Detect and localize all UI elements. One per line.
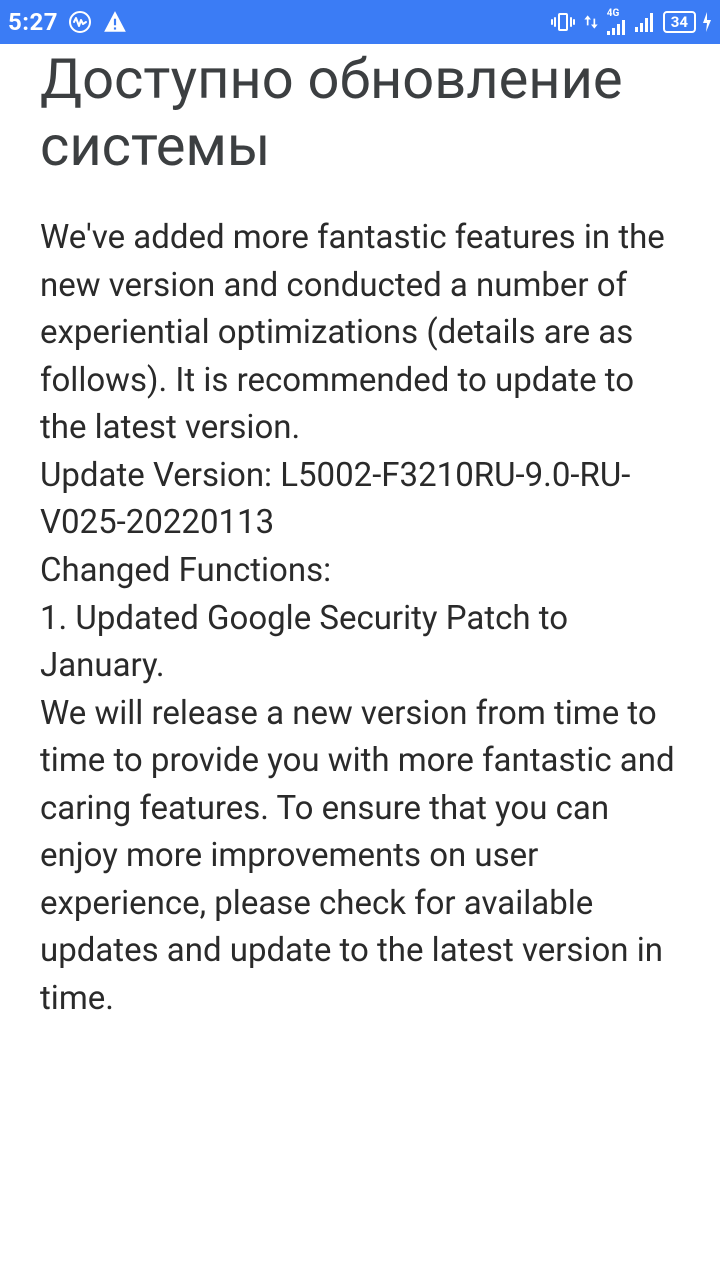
charging-icon	[702, 12, 712, 32]
page-title: Доступно обновление системы	[40, 44, 680, 180]
intro-paragraph: We've added more fantastic features in t…	[40, 214, 680, 452]
battery-percent: 34	[671, 13, 688, 31]
status-bar: 5:27 4G	[0, 0, 720, 44]
changed-label: Changed Functions:	[40, 547, 680, 595]
status-left: 5:27	[8, 8, 128, 36]
signal-4g-icon: 4G	[607, 9, 629, 35]
vibrate-icon	[551, 10, 575, 34]
warning-icon	[102, 9, 128, 35]
data-arrows-icon	[581, 12, 601, 32]
clock: 5:27	[8, 8, 58, 36]
version-line: Update Version: L5002-F3210RU-9.0-RU-V02…	[40, 452, 680, 547]
battery-indicator: 34	[663, 11, 696, 33]
outro-paragraph: We will release a new version from time …	[40, 690, 680, 1023]
update-body: We've added more fantastic features in t…	[40, 214, 680, 1022]
update-content: Доступно обновление системы We've added …	[0, 44, 720, 1022]
change-item-1: 1. Updated Google Security Patch to Janu…	[40, 595, 680, 690]
signal-icon	[635, 12, 657, 32]
status-right: 4G 34	[551, 9, 712, 35]
heartbeat-icon	[68, 10, 92, 34]
